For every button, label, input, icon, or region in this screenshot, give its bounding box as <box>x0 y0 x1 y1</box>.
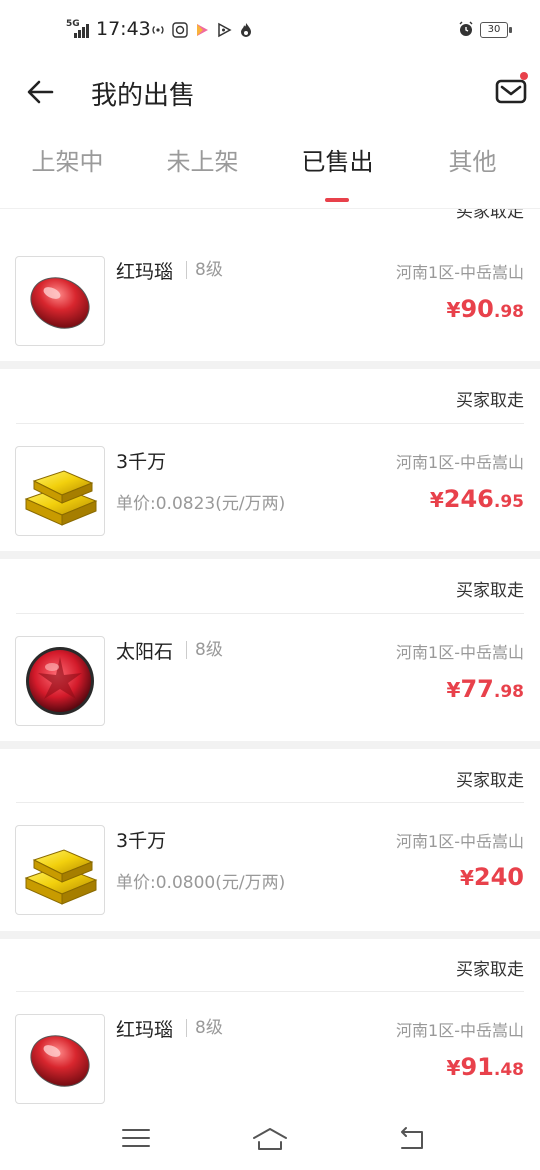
item-price: ¥77.98 <box>446 675 524 703</box>
card-divider <box>16 991 524 992</box>
menu-button[interactable] <box>116 1122 156 1154</box>
notification-dot <box>520 72 528 80</box>
tab-bar: 上架中 未上架 已售出 其他 <box>0 124 540 208</box>
play-icon <box>216 22 232 38</box>
item-server: 河南1区-中岳嵩山 <box>396 832 524 851</box>
network-type: 5G <box>66 19 80 29</box>
list-item[interactable]: 买家取走 3千万 单价:0.0823(元/万两) 河南1区-中岳嵩山 ¥246.… <box>0 369 540 551</box>
gold-bars-icon <box>24 470 98 526</box>
sun-stone-icon <box>26 647 94 715</box>
status-bar: 5G 17:43 30 <box>0 0 540 60</box>
tab-other[interactable]: 其他 <box>405 142 540 177</box>
card-separator <box>0 551 540 559</box>
home-button[interactable] <box>250 1122 290 1154</box>
item-price: ¥90.98 <box>446 295 524 323</box>
item-image <box>15 1014 105 1104</box>
item-server: 河南1区-中岳嵩山 <box>396 453 524 472</box>
item-name: 3千万 <box>116 451 167 473</box>
item-image <box>15 446 105 536</box>
item-level: 8级 <box>186 261 223 279</box>
item-image <box>15 825 105 915</box>
card-status: 买家取走 <box>456 960 524 980</box>
list-item[interactable]: 红玛瑙 8级 河南1区-中岳嵩山 ¥90.98 <box>0 227 540 361</box>
card-separator <box>0 741 540 749</box>
system-nav-bar <box>0 1110 540 1170</box>
sold-items-list[interactable]: 买家取走 红玛瑙 8级 河南1区-中岳嵩山 ¥90.98 买家取走 3千万 单价… <box>0 208 540 1110</box>
card-status: 买家取走 <box>456 208 524 222</box>
item-name: 红玛瑙 <box>116 261 174 283</box>
item-name: 红玛瑙 <box>116 1019 174 1041</box>
active-tab-indicator <box>325 198 349 202</box>
tab-sold[interactable]: 已售出 <box>270 142 405 177</box>
list-item[interactable]: 买家取走 3千万 单价:0.0800(元/万两) 河南1区-中岳嵩山 ¥240 <box>0 749 540 931</box>
list-item[interactable]: 买家取走 红玛瑙 8级 河南1区-中岳嵩山 ¥91.48 <box>0 939 540 1110</box>
red-agate-icon <box>30 1035 90 1087</box>
gold-bars-icon <box>24 849 98 905</box>
home-icon <box>253 1128 287 1150</box>
card-separator <box>0 361 540 369</box>
signal-icon: 5G <box>66 19 92 40</box>
item-level: 8级 <box>186 641 223 659</box>
item-server: 河南1区-中岳嵩山 <box>396 1021 524 1040</box>
battery-indicator: 30 <box>480 22 512 38</box>
status-time: 17:43 <box>96 18 151 40</box>
card-status: 买家取走 <box>456 581 524 601</box>
card-divider <box>16 613 524 614</box>
arrow-left-icon <box>27 80 54 104</box>
item-name: 太阳石 <box>116 641 174 663</box>
back-nav-icon <box>401 1127 423 1149</box>
item-name: 3千万 <box>116 830 167 852</box>
back-button[interactable] <box>24 74 60 110</box>
tab-listed[interactable]: 上架中 <box>0 142 135 177</box>
card-divider <box>16 423 524 424</box>
card-divider <box>16 802 524 803</box>
item-image <box>15 256 105 346</box>
menu-icon <box>122 1129 150 1147</box>
tab-unlisted[interactable]: 未上架 <box>135 142 270 177</box>
back-nav-button[interactable] <box>392 1122 432 1154</box>
item-unit-price: 单价:0.0823(元/万两) <box>116 494 286 514</box>
qq-icon <box>172 22 188 38</box>
list-item[interactable]: 买家取走 太阳石 8级 河南1区-中岳嵩山 ¥77.98 <box>0 559 540 741</box>
card-status: 买家取走 <box>456 391 524 411</box>
card-separator <box>0 931 540 939</box>
page-title: 我的出售 <box>91 81 196 111</box>
item-server: 河南1区-中岳嵩山 <box>396 263 524 282</box>
app-header: 我的出售 <box>0 60 540 124</box>
fire-icon <box>238 22 254 38</box>
red-agate-icon <box>30 277 90 329</box>
video-app-icon <box>194 22 210 38</box>
item-image <box>15 636 105 726</box>
item-unit-price: 单价:0.0800(元/万两) <box>116 873 286 893</box>
item-price: ¥91.48 <box>446 1053 524 1081</box>
item-level: 8级 <box>186 1019 223 1037</box>
item-price: ¥240 <box>459 863 524 891</box>
card-status: 买家取走 <box>456 771 524 791</box>
alarm-icon <box>458 21 474 37</box>
hotspot-icon <box>150 22 166 38</box>
item-price: ¥246.95 <box>429 485 524 513</box>
item-server: 河南1区-中岳嵩山 <box>396 643 524 662</box>
